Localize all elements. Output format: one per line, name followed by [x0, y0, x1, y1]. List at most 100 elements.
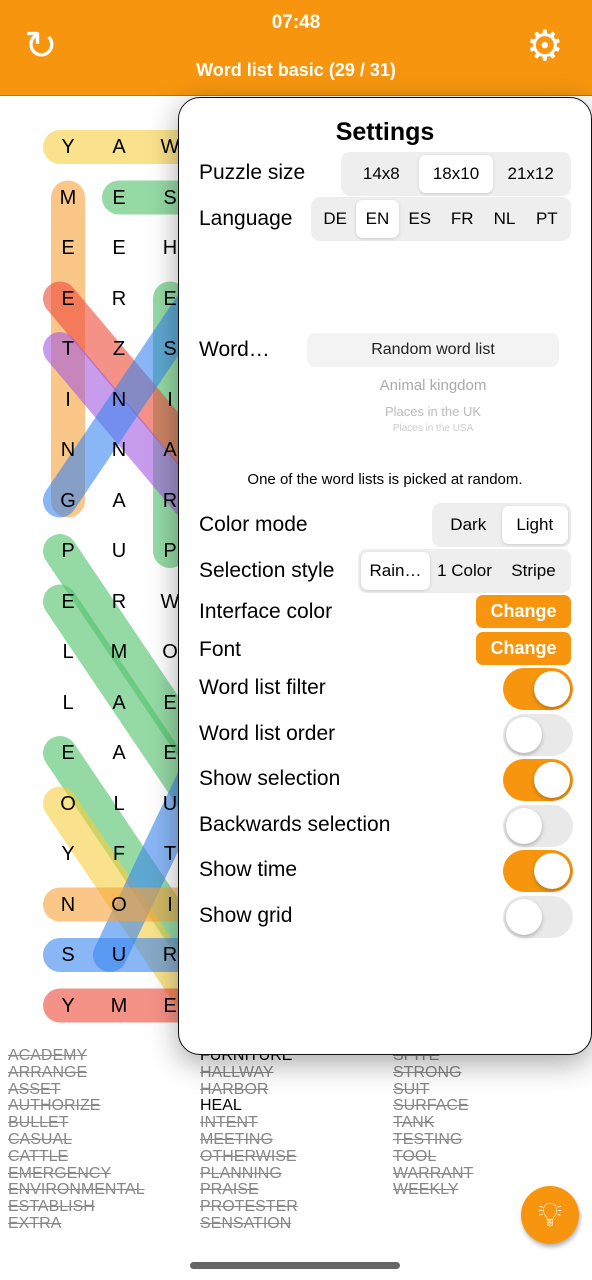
toggle-knob: [534, 762, 570, 798]
word-item: HARBOR: [200, 1080, 269, 1098]
grid-letter[interactable]: N: [53, 439, 83, 462]
word-item: TOOL: [393, 1147, 437, 1165]
toggle-knob: [534, 671, 570, 707]
grid-letter[interactable]: M: [104, 641, 134, 664]
toggle-switch[interactable]: [503, 895, 573, 938]
grid-letter[interactable]: I: [53, 389, 83, 412]
grid-letter[interactable]: Y: [53, 995, 83, 1018]
segment-option[interactable]: 18x10: [418, 155, 494, 193]
segment-option[interactable]: Rain…: [361, 552, 430, 590]
grid-letter[interactable]: U: [104, 944, 134, 967]
word-item: EXTRA: [8, 1214, 62, 1232]
grid-letter[interactable]: M: [53, 187, 83, 210]
toggle-switch[interactable]: [503, 850, 573, 892]
gear-icon[interactable]: ⚙: [526, 25, 564, 67]
grid-letter[interactable]: A: [104, 136, 134, 159]
picker-option[interactable]: Animal kingdom: [307, 377, 559, 394]
grid-letter[interactable]: A: [104, 742, 134, 765]
word-column: ACADEMY ARRANGE ASSET AUTHORIZE BULLET CASUAL…: [8, 1047, 145, 1233]
segment-option[interactable]: ES: [399, 200, 441, 238]
word-item: WARRANT: [393, 1164, 474, 1182]
segment-option[interactable]: 21x12: [493, 155, 568, 193]
word-item: SURFACE: [393, 1097, 469, 1115]
toggle-switch[interactable]: [503, 759, 573, 801]
grid-letter[interactable]: L: [53, 641, 83, 664]
grid-letter[interactable]: R: [104, 591, 134, 614]
word-item: PROTESTER: [200, 1198, 298, 1216]
toggle-knob: [534, 853, 570, 889]
grid-letter[interactable]: U: [104, 540, 134, 563]
word-item: ASSET: [8, 1080, 61, 1098]
grid-letter[interactable]: N: [53, 894, 83, 917]
word-item: BULLET: [8, 1114, 69, 1132]
word-column: FURNITURE HALLWAY HARBOR HEAL INTENT MEETING O…: [200, 1047, 298, 1233]
grid-letter[interactable]: E: [104, 237, 134, 260]
toggle-label: Show grid: [199, 903, 293, 927]
toggle-switch[interactable]: [503, 713, 573, 756]
word-item: INTENT: [200, 1114, 258, 1132]
grid-letter[interactable]: A: [104, 692, 134, 715]
word-item: PRAISE: [200, 1181, 259, 1199]
segment-option[interactable]: Dark: [435, 506, 502, 544]
grid-letter[interactable]: N: [104, 389, 134, 412]
word-list-note: One of the word lists is picked at rando…: [247, 471, 523, 488]
lightbulb-icon[interactable]: 💡︎: [521, 1186, 579, 1244]
grid-letter[interactable]: G: [53, 490, 83, 513]
color-mode-segmented[interactable]: Dark Light: [432, 503, 571, 547]
toggle-switch[interactable]: [503, 668, 573, 710]
grid-letter[interactable]: O: [53, 793, 83, 816]
word-item: OTHERWISE: [200, 1147, 297, 1165]
grid-letter[interactable]: E: [104, 187, 134, 210]
grid-letter[interactable]: Y: [53, 136, 83, 159]
grid-letter[interactable]: Z: [104, 338, 134, 361]
grid-letter[interactable]: E: [53, 288, 83, 311]
settings-title: Settings: [335, 118, 435, 146]
grid-letter[interactable]: Y: [53, 843, 83, 866]
segment-option[interactable]: Light: [501, 506, 568, 544]
segment-option[interactable]: NL: [483, 200, 525, 238]
toggle-knob: [506, 898, 542, 935]
word-item: STRONG: [393, 1063, 462, 1081]
segment-option[interactable]: EN: [356, 200, 399, 238]
word-item: EMERGENCY: [8, 1164, 112, 1182]
word-item: SUIT: [393, 1080, 430, 1098]
picker-selected[interactable]: Random word list: [307, 333, 559, 367]
word-list-picker[interactable]: Random word list Animal kingdom Places i…: [307, 333, 559, 431]
grid-letter[interactable]: N: [104, 439, 134, 462]
font-change-button[interactable]: Change: [476, 632, 571, 665]
interface-color-label: Interface color: [199, 600, 333, 623]
picker-option[interactable]: Places in the UK: [307, 404, 559, 419]
settings-panel: Settings Puzzle size 14x8 18x10 21x12 Lang…: [178, 97, 592, 1055]
grid-letter[interactable]: M: [104, 995, 134, 1018]
color-mode-label: Color mode: [199, 513, 308, 536]
grid-letter[interactable]: A: [104, 490, 134, 513]
grid-letter[interactable]: E: [53, 742, 83, 765]
picker-option[interactable]: Places in the USA: [307, 423, 559, 431]
segment-option[interactable]: FR: [441, 200, 483, 238]
segment-option[interactable]: 14x8: [344, 155, 419, 193]
word-item: AUTHORIZE: [8, 1097, 101, 1115]
segment-option[interactable]: Stripe: [499, 552, 568, 590]
segment-option[interactable]: 1 Color: [430, 552, 499, 590]
selection-style-segmented[interactable]: Rain… 1 Color Stripe: [358, 549, 571, 593]
grid-letter[interactable]: P: [53, 540, 83, 563]
toggle-switch[interactable]: [503, 804, 573, 847]
grid-letter[interactable]: S: [53, 944, 83, 967]
grid-letter[interactable]: E: [53, 591, 83, 614]
grid-letter[interactable]: L: [104, 793, 134, 816]
word-item: WEEKLY: [393, 1181, 459, 1199]
grid-letter[interactable]: E: [53, 237, 83, 260]
grid-letter[interactable]: T: [53, 338, 83, 361]
grid-letter[interactable]: F: [104, 843, 134, 866]
grid-letter[interactable]: R: [104, 288, 134, 311]
interface-color-change-button[interactable]: Change: [476, 595, 571, 628]
toggle-label: Backwards selection: [199, 812, 391, 836]
word-item: ESTABLISH: [8, 1198, 95, 1216]
grid-letter[interactable]: L: [53, 692, 83, 715]
segment-option[interactable]: DE: [314, 200, 356, 238]
language-segmented[interactable]: DE EN ES FR NL PT: [311, 197, 571, 241]
puzzle-size-label: Puzzle size: [199, 161, 306, 184]
segment-option[interactable]: PT: [526, 200, 568, 238]
puzzle-size-segmented[interactable]: 14x8 18x10 21x12: [341, 152, 571, 196]
grid-letter[interactable]: O: [104, 894, 134, 917]
